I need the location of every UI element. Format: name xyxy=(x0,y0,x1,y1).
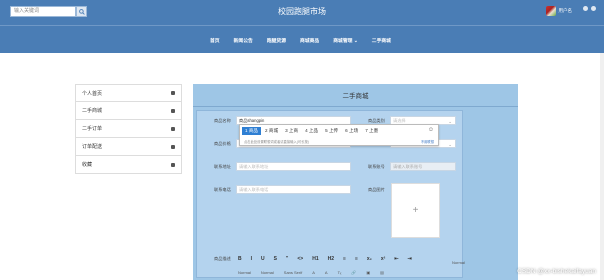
avatar xyxy=(545,6,556,16)
sidebar-item-second-hand[interactable]: 二手商城 xyxy=(75,102,182,120)
site-title: 校园跑腿市场 xyxy=(278,7,326,16)
sidebar: 个人首页 二手商城 二手订单 订单配送 收藏 xyxy=(75,84,182,174)
username-label: 用户名 xyxy=(558,8,573,13)
scrollbar[interactable] xyxy=(600,53,604,280)
ime-candidate[interactable]: 4 上品 xyxy=(302,127,321,135)
page-title: 二手商城 xyxy=(342,93,369,100)
strike-button[interactable]: S xyxy=(274,256,277,262)
subscript-button[interactable]: x₂ xyxy=(367,256,372,262)
lock-icon xyxy=(171,108,175,113)
name-label: 商品名称 xyxy=(214,118,231,123)
image-upload[interactable]: + xyxy=(391,183,440,238)
size-select[interactable]: Normal xyxy=(238,270,251,275)
bold-button[interactable]: B xyxy=(238,256,242,262)
editor-toolbar: B I U S " <> H1 H2 ≡ ≡ x₂ x² ⇤ ⇥ xyxy=(238,256,412,262)
ime-hint: 点击此处设置联想词或者请直接输入(可长按) xyxy=(244,140,309,144)
h2-button[interactable]: H2 xyxy=(328,256,334,262)
ime-candidate[interactable]: 1 商品 xyxy=(242,127,262,135)
account-input[interactable]: 请输入联系账号 xyxy=(390,162,456,171)
sidebar-item-favorites[interactable]: 收藏 xyxy=(75,156,182,174)
sidebar-item-label: 订单配送 xyxy=(82,144,103,150)
sidebar-item-orders[interactable]: 二手订单 xyxy=(75,120,182,138)
image-label: 商品图片 xyxy=(368,187,385,192)
sidebar-item-label: 二手订单 xyxy=(82,126,103,132)
font-color-button[interactable]: A xyxy=(312,270,315,275)
ime-candidate[interactable]: 6 上场 xyxy=(342,127,361,135)
style-select[interactable]: Normal xyxy=(452,260,465,265)
price-label: 商品价格 xyxy=(214,141,231,146)
emoji-icon[interactable]: ☺ xyxy=(428,127,434,133)
logout-icon[interactable] xyxy=(591,6,596,11)
desc-label: 商品描述 xyxy=(214,256,231,261)
nav-home[interactable]: 首页 xyxy=(210,37,220,44)
address-label: 联系地址 xyxy=(214,164,231,169)
sidebar-item-label: 个人首页 xyxy=(82,90,103,97)
phone-input[interactable]: 请输入联系电话 xyxy=(236,185,351,194)
watermark: CSDN @xx-bishekaifayuan xyxy=(517,268,596,275)
account-label: 联系账号 xyxy=(368,164,385,169)
chevron-down-icon: ⌄ xyxy=(448,119,452,124)
ime-more-link[interactable]: 不用联想 xyxy=(421,139,434,144)
superscript-button[interactable]: x² xyxy=(381,256,385,262)
main-panel: 二手商城 xyxy=(193,84,518,280)
ime-suggestion-popup: 1 商品 2 商城 3 上商 4 上品 5 上传 6 上场 7 上墨 ☺ 点击此… xyxy=(239,124,439,146)
notification-icon[interactable] xyxy=(583,6,588,11)
nav-news[interactable]: 新闻公告 xyxy=(234,37,253,44)
image-icon[interactable]: ▣ xyxy=(366,270,370,275)
clear-format-button[interactable]: Tₓ xyxy=(338,270,342,275)
phone-label: 联系电话 xyxy=(214,187,231,192)
nav-mall-manage[interactable]: 商城管理 ⌄ xyxy=(333,37,358,44)
h1-button[interactable]: H1 xyxy=(312,256,318,262)
lock-icon xyxy=(171,162,175,167)
lock-icon xyxy=(171,126,175,131)
underline-button[interactable]: U xyxy=(261,256,265,262)
video-icon[interactable]: ▤ xyxy=(380,270,384,275)
chevron-down-icon: ⌄ xyxy=(448,142,452,147)
font-select[interactable]: Sans Serif xyxy=(284,270,302,275)
ime-candidate[interactable]: 5 上传 xyxy=(322,127,341,135)
main-nav: 首页 新闻公告 跑腿货源 商城商品 商城管理 ⌄ 二手商城 xyxy=(0,25,604,53)
italic-button[interactable]: I xyxy=(251,256,252,262)
sidebar-item-label: 二手商城 xyxy=(82,108,103,114)
divider xyxy=(193,106,518,107)
nav-second-hand[interactable]: 二手商城 xyxy=(372,37,391,44)
user-menu[interactable]: 用户名 xyxy=(545,6,573,16)
indent-button[interactable]: ⇥ xyxy=(408,256,412,262)
ime-candidate[interactable]: 7 上墨 xyxy=(362,127,381,135)
link-icon[interactable]: 🔗 xyxy=(351,270,356,275)
header-select[interactable]: Normal xyxy=(261,270,274,275)
lock-icon xyxy=(171,91,175,95)
lock-icon xyxy=(171,144,175,149)
address-input[interactable]: 请输入联系地址 xyxy=(236,162,351,171)
code-button[interactable]: <> xyxy=(297,256,303,262)
bg-color-button[interactable]: A xyxy=(325,270,328,275)
bullet-list-button[interactable]: ≡ xyxy=(355,256,358,262)
nav-goods[interactable]: 商城商品 xyxy=(300,37,319,44)
outdent-button[interactable]: ⇤ xyxy=(394,256,398,262)
ime-candidate[interactable]: 3 上商 xyxy=(282,127,301,135)
ordered-list-button[interactable]: ≡ xyxy=(343,256,346,262)
sidebar-item-profile[interactable]: 个人首页 xyxy=(75,84,182,102)
quote-button[interactable]: " xyxy=(286,256,288,262)
editor-toolbar-row2: Normal Normal Sans Serif A A Tₓ 🔗 ▣ ▤ xyxy=(238,270,384,275)
sidebar-item-label: 收藏 xyxy=(82,162,93,168)
sidebar-item-delivery[interactable]: 订单配送 xyxy=(75,138,182,156)
ime-candidate[interactable]: 2 商城 xyxy=(262,127,281,135)
top-bar: 输入关键词 校园跑腿市场 用户名 xyxy=(0,0,604,25)
plus-icon: + xyxy=(412,205,419,216)
nav-errand[interactable]: 跑腿货源 xyxy=(267,37,286,44)
